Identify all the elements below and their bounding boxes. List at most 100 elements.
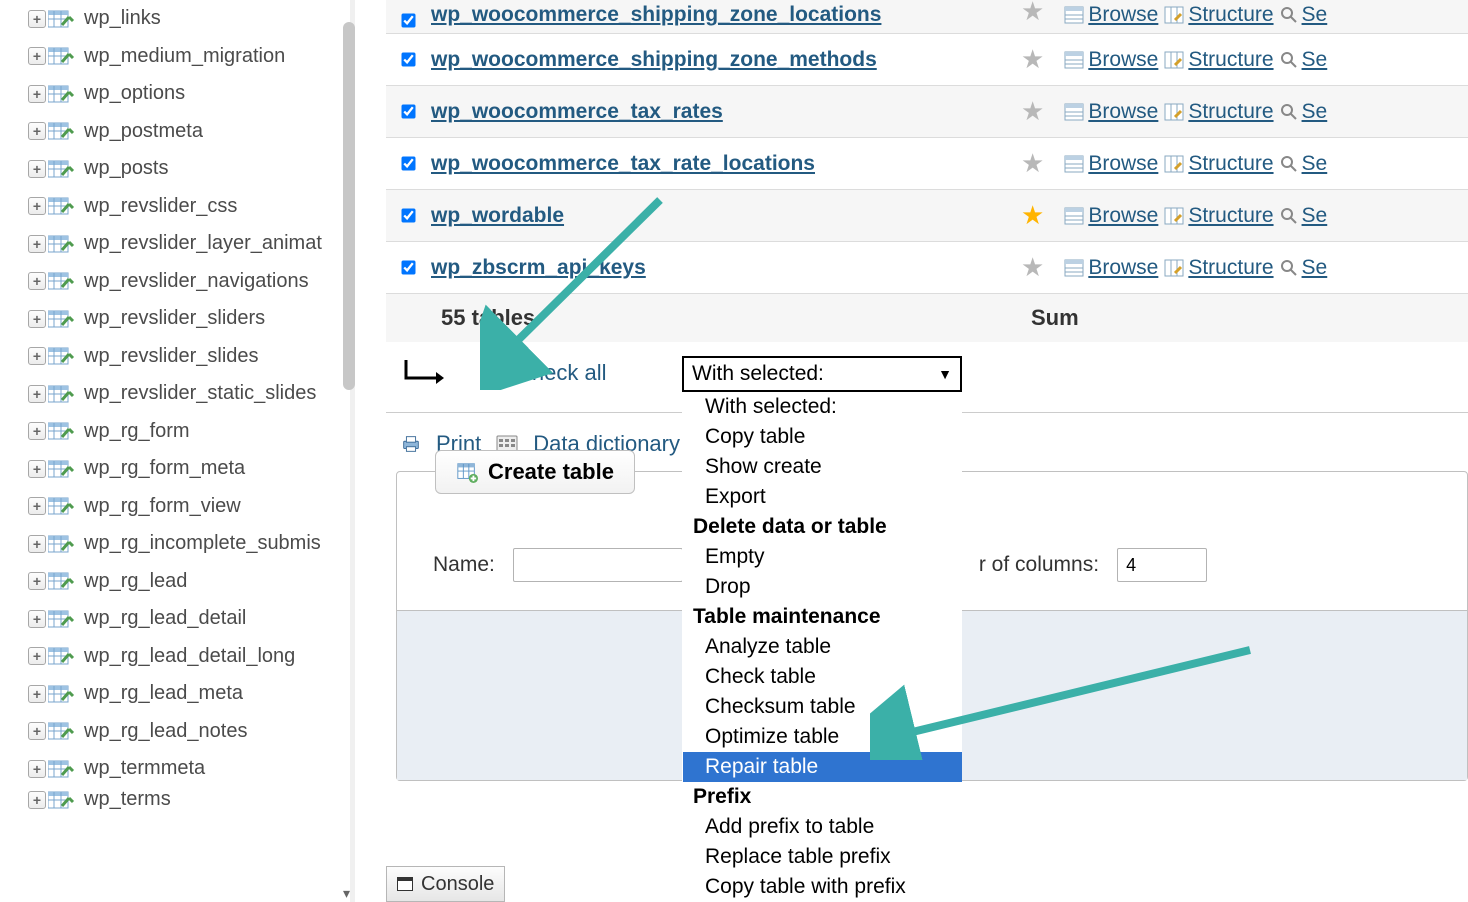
sidebar-scrollbar-thumb[interactable]: [343, 22, 355, 390]
dropdown-option[interactable]: Check table: [683, 662, 962, 692]
expand-icon[interactable]: +: [28, 760, 46, 778]
browse-link[interactable]: Browse: [1064, 256, 1158, 280]
with-selected-select[interactable]: With selected: ▼: [682, 356, 962, 392]
expand-icon[interactable]: +: [28, 535, 46, 553]
row-checkbox[interactable]: [401, 208, 415, 222]
dropdown-option[interactable]: Export: [683, 482, 962, 512]
dropdown-option[interactable]: Empty: [683, 542, 962, 572]
table-name-link[interactable]: wp_woocommerce_shipping_zone_methods: [431, 48, 1021, 72]
dropdown-option[interactable]: Copy table: [683, 422, 962, 452]
search-link[interactable]: Se: [1280, 256, 1328, 280]
dropdown-option[interactable]: Copy table with prefix: [683, 872, 962, 902]
expand-icon[interactable]: +: [28, 47, 46, 65]
expand-icon[interactable]: +: [28, 10, 46, 28]
sidebar-table-item[interactable]: +wp_rg_lead: [0, 563, 355, 601]
table-name-link[interactable]: wp_woocommerce_tax_rates: [431, 100, 1021, 124]
dropdown-option[interactable]: Analyze table: [683, 632, 962, 662]
browse-link[interactable]: Browse: [1064, 152, 1158, 176]
dropdown-option[interactable]: Optimize table: [683, 722, 962, 752]
browse-link[interactable]: Browse: [1064, 48, 1158, 72]
expand-icon[interactable]: +: [28, 460, 46, 478]
sidebar-table-item[interactable]: +wp_revslider_navigations: [0, 263, 355, 301]
table-name-link[interactable]: wp_wordable: [431, 204, 1021, 228]
table-name-link[interactable]: wp_woocommerce_shipping_zone_locations: [431, 3, 1021, 27]
console-button[interactable]: Console: [386, 866, 505, 902]
favorite-star-icon[interactable]: ★: [1021, 44, 1044, 75]
expand-icon[interactable]: +: [28, 235, 46, 253]
sidebar-table-item[interactable]: +wp_rg_form_meta: [0, 450, 355, 488]
sidebar-table-item[interactable]: +wp_rg_lead_meta: [0, 675, 355, 713]
browse-link[interactable]: Browse: [1064, 3, 1158, 27]
sidebar-table-item[interactable]: +wp_terms: [0, 788, 355, 812]
sidebar-table-item[interactable]: +wp_rg_lead_detail: [0, 600, 355, 638]
expand-icon[interactable]: +: [28, 385, 46, 403]
expand-icon[interactable]: +: [28, 572, 46, 590]
dropdown-option[interactable]: Show create: [683, 452, 962, 482]
expand-icon[interactable]: +: [28, 610, 46, 628]
favorite-star-icon[interactable]: ★: [1021, 200, 1044, 231]
expand-icon[interactable]: +: [28, 272, 46, 290]
columns-count-input[interactable]: [1117, 548, 1207, 582]
search-link[interactable]: Se: [1280, 3, 1328, 27]
expand-icon[interactable]: +: [28, 122, 46, 140]
row-checkbox[interactable]: [401, 52, 415, 66]
favorite-star-icon[interactable]: ★: [1021, 148, 1044, 179]
row-checkbox[interactable]: [401, 260, 415, 274]
favorite-star-icon[interactable]: ★: [1021, 0, 1044, 27]
browse-link[interactable]: Browse: [1064, 100, 1158, 124]
structure-link[interactable]: Structure: [1164, 152, 1273, 176]
expand-icon[interactable]: +: [28, 85, 46, 103]
browse-link[interactable]: Browse: [1064, 204, 1158, 228]
dropdown-option[interactable]: Drop: [683, 572, 962, 602]
structure-link[interactable]: Structure: [1164, 100, 1273, 124]
sidebar-table-item[interactable]: +wp_postmeta: [0, 113, 355, 151]
structure-link[interactable]: Structure: [1164, 256, 1273, 280]
favorite-star-icon[interactable]: ★: [1021, 252, 1044, 283]
sidebar-table-item[interactable]: +wp_revslider_layer_animat: [0, 225, 355, 263]
check-all-label[interactable]: Check all: [516, 360, 606, 386]
sidebar-scrollbar-down[interactable]: ▾: [343, 885, 353, 902]
sidebar-table-item[interactable]: +wp_medium_migration: [0, 38, 355, 76]
sidebar-table-item[interactable]: +wp_revslider_sliders: [0, 300, 355, 338]
row-checkbox[interactable]: [401, 104, 415, 118]
sidebar-table-item[interactable]: +wp_options: [0, 75, 355, 113]
search-link[interactable]: Se: [1280, 100, 1328, 124]
expand-icon[interactable]: +: [28, 497, 46, 515]
sidebar-table-item[interactable]: +wp_revslider_static_slides: [0, 375, 355, 413]
sidebar-table-item[interactable]: +wp_rg_lead_notes: [0, 713, 355, 751]
search-link[interactable]: Se: [1280, 48, 1328, 72]
search-link[interactable]: Se: [1280, 204, 1328, 228]
dropdown-option[interactable]: Replace table prefix: [683, 842, 962, 872]
structure-link[interactable]: Structure: [1164, 48, 1273, 72]
dropdown-option[interactable]: With selected:: [683, 392, 962, 422]
structure-link[interactable]: Structure: [1164, 204, 1273, 228]
dropdown-option[interactable]: Checksum table: [683, 692, 962, 722]
structure-link[interactable]: Structure: [1164, 3, 1273, 27]
sidebar-table-item[interactable]: +wp_links: [0, 0, 355, 38]
with-selected-dropdown[interactable]: With selected:Copy tableShow createExpor…: [682, 392, 962, 902]
expand-icon[interactable]: +: [28, 422, 46, 440]
sidebar-table-item[interactable]: +wp_rg_lead_detail_long: [0, 638, 355, 676]
expand-icon[interactable]: +: [28, 310, 46, 328]
sidebar-table-item[interactable]: +wp_rg_form: [0, 413, 355, 451]
table-name-link[interactable]: wp_zbscrm_api_keys: [431, 256, 1021, 280]
expand-icon[interactable]: +: [28, 685, 46, 703]
sidebar-table-item[interactable]: +wp_posts: [0, 150, 355, 188]
sidebar-table-item[interactable]: +wp_rg_incomplete_submis: [0, 525, 355, 563]
check-all-checkbox[interactable]: [483, 365, 499, 381]
sidebar-table-item[interactable]: +wp_termmeta: [0, 750, 355, 788]
favorite-star-icon[interactable]: ★: [1021, 96, 1044, 127]
expand-icon[interactable]: +: [28, 160, 46, 178]
table-name-link[interactable]: wp_woocommerce_tax_rate_locations: [431, 152, 1021, 176]
search-link[interactable]: Se: [1280, 152, 1328, 176]
expand-icon[interactable]: +: [28, 647, 46, 665]
expand-icon[interactable]: +: [28, 722, 46, 740]
create-table-tab[interactable]: Create table: [435, 450, 635, 494]
row-checkbox[interactable]: [401, 156, 415, 170]
expand-icon[interactable]: +: [28, 791, 46, 809]
expand-icon[interactable]: +: [28, 197, 46, 215]
table-name-input[interactable]: [513, 548, 683, 582]
sidebar-table-item[interactable]: +wp_revslider_slides: [0, 338, 355, 376]
dropdown-option[interactable]: Add prefix to table: [683, 812, 962, 842]
row-checkbox[interactable]: [401, 13, 415, 27]
